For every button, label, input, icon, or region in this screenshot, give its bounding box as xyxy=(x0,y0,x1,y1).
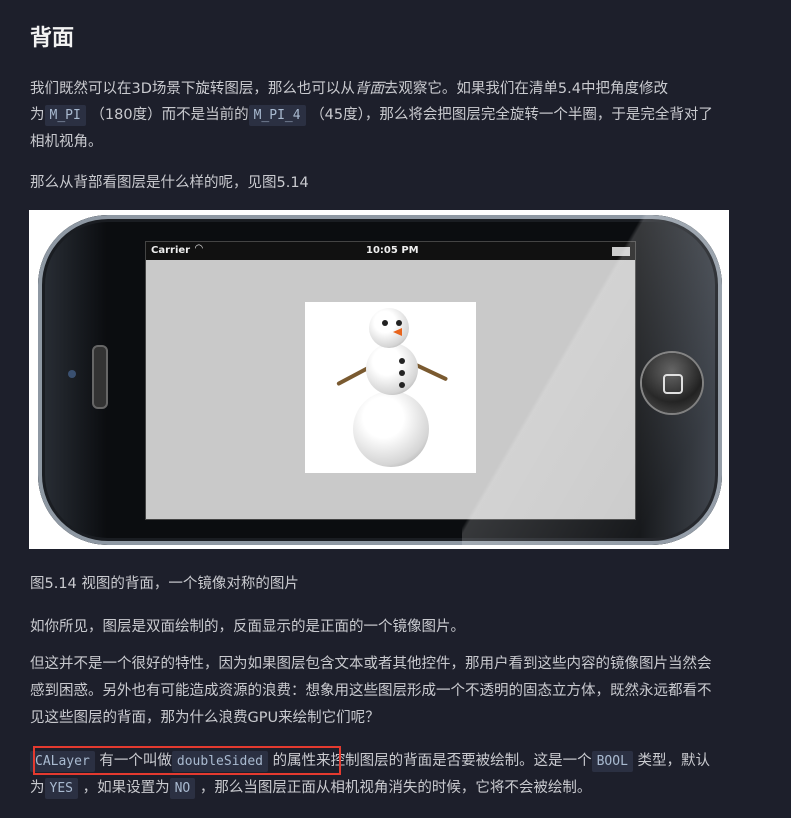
paragraph-problem: 但这并不是一个很好的特性，因为如果图层包含文本或者其他控件，那用户看到这些内容的… xyxy=(30,651,712,732)
text: （180度）而不是当前的 xyxy=(90,107,249,123)
arm-left xyxy=(336,365,370,387)
text: ，如果设置为 xyxy=(82,780,170,796)
text: 相机视角。 xyxy=(30,134,103,150)
text: 但这并不是一个很好的特性，因为如果图层包含文本或者其他控件，那用户看到这些内容的… xyxy=(30,656,712,672)
button xyxy=(399,370,405,376)
figure-image: Carrier ◠ 10:05 PM xyxy=(29,210,729,549)
text: 我们既然可以在3D场景下旋转图层，那么也可以从 xyxy=(30,81,355,97)
inline-code: BOOL xyxy=(591,751,633,772)
text: 感到困惑。另外也有可能造成资源的浪费：想象用这些图层形成一个不透明的固态立方体，… xyxy=(30,683,712,699)
text: 去观察它。如果我们在清单5.4中把角度修改 xyxy=(383,81,668,97)
figure-caption: 图5.14 视图的背面，一个镜像对称的图片 xyxy=(30,576,299,592)
emphasis: 背面 xyxy=(354,81,384,97)
inline-code: YES xyxy=(44,778,78,799)
button xyxy=(399,358,405,364)
speaker-icon xyxy=(92,345,108,409)
snowball-bottom xyxy=(353,391,429,467)
eye xyxy=(382,320,388,326)
time-label: 10:05 PM xyxy=(366,245,419,256)
inline-code: M_PI_4 xyxy=(248,105,306,126)
text: 见这些图层的背面，那为什么浪费GPU来绘制它们呢？ xyxy=(30,710,380,726)
iphone-illustration: Carrier ◠ 10:05 PM xyxy=(38,215,722,545)
eye xyxy=(396,320,402,326)
paragraph-intro: 我们既然可以在3D场景下旋转图层，那么也可以从背面去观察它。如果我们在清单5.4… xyxy=(30,76,713,155)
inline-code: M_PI xyxy=(44,105,86,126)
highlight-box xyxy=(33,746,341,775)
button xyxy=(399,382,405,388)
inline-code: NO xyxy=(169,778,196,799)
arm-right xyxy=(413,362,449,382)
text: （45度），那么将会把图层完全旋转一个半圈，于是完全背对了 xyxy=(310,107,713,123)
text: 类型，默认 xyxy=(637,753,711,769)
snowman-image xyxy=(305,302,476,473)
text: 为 xyxy=(30,107,45,123)
text: ，那么当图层正面从相机视角消失的时候，它将不会被绘制。 xyxy=(199,780,592,796)
paragraph-see-figure: 那么从背部看图层是什么样的呢，见图5.14 xyxy=(30,175,309,191)
text: 为 xyxy=(30,780,45,796)
carrot-nose xyxy=(393,328,402,336)
snowball-head xyxy=(369,308,409,348)
section-title: 背面 xyxy=(30,26,75,51)
camera-icon xyxy=(68,370,76,378)
paragraph-mirror: 如你所见，图层是双面绘制的，反面显示的是正面的一个镜像图片。 xyxy=(30,619,465,635)
wifi-icon: ◠ xyxy=(195,243,203,254)
snowball-middle xyxy=(366,343,418,395)
carrier-label: Carrier xyxy=(151,245,191,256)
